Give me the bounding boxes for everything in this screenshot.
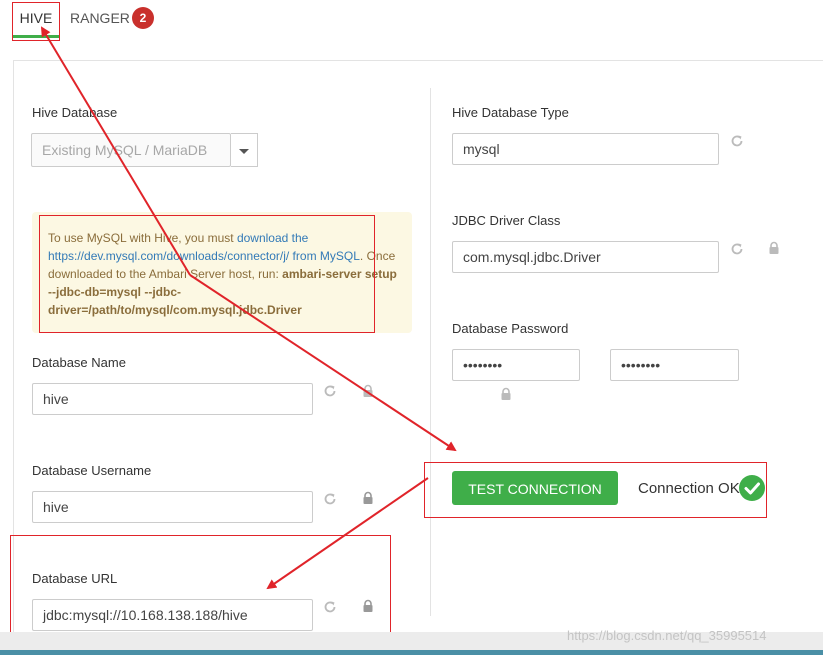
tab-ranger-label: RANGER [70,10,130,26]
database-password-input[interactable]: •••••••• [452,349,580,381]
bottom-strip [0,650,823,655]
lock-icon[interactable] [767,241,781,255]
hive-database-label: Hive Database [32,105,118,120]
annotation-box-test-connection [424,462,767,518]
refresh-icon[interactable] [323,384,337,398]
database-password-confirm-input[interactable]: •••••••• [610,349,739,381]
hive-database-dropdown-toggle[interactable] [231,133,258,167]
database-username-input[interactable]: hive [32,491,313,523]
refresh-icon[interactable] [730,134,744,148]
database-username-label: Database Username [32,463,152,478]
refresh-icon[interactable] [730,242,744,256]
database-name-input[interactable]: hive [32,383,313,415]
ranger-alert-badge: 2 [132,7,154,29]
annotation-box-info [39,215,375,333]
chevron-down-icon [239,149,249,154]
column-divider [430,88,431,616]
hive-database-type-input[interactable]: mysql [452,133,719,165]
watermark-text: https://blog.csdn.net/qq_35995514 [567,628,767,643]
database-password-label: Database Password [452,321,569,336]
hive-database-select[interactable]: Existing MySQL / MariaDB [31,133,231,167]
annotation-box-hive-tab [12,2,60,41]
annotation-box-database-url [10,535,391,634]
refresh-icon[interactable] [323,492,337,506]
lock-icon[interactable] [361,384,375,398]
jdbc-driver-class-input[interactable]: com.mysql.jdbc.Driver [452,241,719,273]
jdbc-driver-class-label: JDBC Driver Class [452,213,561,228]
ambari-hive-config-screen: HIVE RANGER 2 Hive Database Existing MyS… [0,0,823,655]
lock-icon[interactable] [361,491,375,505]
hive-database-type-label: Hive Database Type [452,105,569,120]
tab-ranger[interactable]: RANGER [70,0,130,40]
database-name-label: Database Name [32,355,126,370]
lock-icon[interactable] [499,387,513,401]
